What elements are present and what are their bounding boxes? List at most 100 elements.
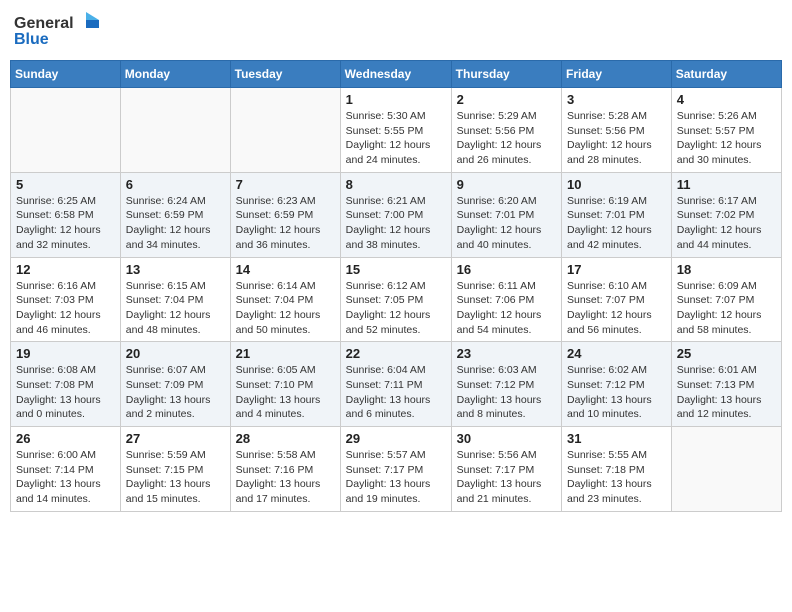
day-info: Sunrise: 5:26 AMSunset: 5:57 PMDaylight:… [677,109,776,168]
day-cell: 7Sunrise: 6:23 AMSunset: 6:59 PMDaylight… [230,172,340,257]
day-info: Sunrise: 6:11 AMSunset: 7:06 PMDaylight:… [457,279,556,338]
day-cell: 23 Sunrise: 6:03 AMSunset: 7:12 PMDayligh… [451,342,561,427]
day-cell: 6 Sunrise: 6:24 AMSunset: 6:59 PMDaylight… [120,172,230,257]
day-number: 19 [16,346,115,361]
day-cell [11,88,121,173]
day-info: Sunrise: 6:16 AMSunset: 7:03 PMDaylight:… [16,279,115,338]
day-info: Sunrise: 6:15 AMSunset: 7:04 PMDaylight:… [126,279,225,338]
day-number: 8 [346,177,446,192]
day-number: 13 [126,262,225,277]
day-cell: 13 Sunrise: 6:15 AMSunset: 7:04 PMDayligh… [120,257,230,342]
logo: GeneralBlue [14,10,104,52]
day-number: 20 [126,346,225,361]
week-row-1: 1Sunrise: 5:30 AMSunset: 5:55 PMDaylight… [11,88,782,173]
page-header: GeneralBlue [10,10,782,52]
day-info: Sunrise: 5:59 AMSunset: 7:15 PMDaylight:… [126,448,225,507]
day-info: Sunrise: 6:00 AMSunset: 7:14 PMDaylight:… [16,448,115,507]
day-info: Sunrise: 6:04 AMSunset: 7:11 PMDaylight:… [346,363,446,422]
day-cell: 16 Sunrise: 6:11 AMSunset: 7:06 PMDayligh… [451,257,561,342]
day-number: 31 [567,431,666,446]
day-number: 23 [457,346,556,361]
day-number: 16 [457,262,556,277]
day-cell: 22 Sunrise: 6:04 AMSunset: 7:11 PMDayligh… [340,342,451,427]
day-cell: 21 Sunrise: 6:05 AMSunset: 7:10 PMDayligh… [230,342,340,427]
day-number: 27 [126,431,225,446]
day-number: 6 [126,177,225,192]
day-cell: 17 Sunrise: 6:10 AMSunset: 7:07 PMDayligh… [562,257,672,342]
day-info: Sunrise: 6:07 AMSunset: 7:09 PMDaylight:… [126,363,225,422]
day-number: 3 [567,92,666,107]
day-cell: 20 Sunrise: 6:07 AMSunset: 7:09 PMDayligh… [120,342,230,427]
day-info: Sunrise: 6:05 AMSunset: 7:10 PMDaylight:… [236,363,335,422]
day-info: Sunrise: 6:25 AMSunset: 6:58 PMDaylight:… [16,194,115,253]
week-row-2: 5 Sunrise: 6:25 AMSunset: 6:58 PMDaylight… [11,172,782,257]
day-cell: 15Sunrise: 6:12 AMSunset: 7:05 PMDayligh… [340,257,451,342]
day-info: Sunrise: 6:14 AMSunset: 7:04 PMDaylight:… [236,279,335,338]
day-cell: 2 Sunrise: 5:29 AMSunset: 5:56 PMDaylight… [451,88,561,173]
col-header-friday: Friday [562,61,672,88]
calendar-table: SundayMondayTuesdayWednesdayThursdayFrid… [10,60,782,512]
day-number: 7 [236,177,335,192]
day-info: Sunrise: 6:24 AMSunset: 6:59 PMDaylight:… [126,194,225,253]
svg-text:General: General [14,15,74,32]
svg-text:Blue: Blue [14,31,49,48]
day-info: Sunrise: 5:56 AMSunset: 7:17 PMDaylight:… [457,448,556,507]
day-cell: 26Sunrise: 6:00 AMSunset: 7:14 PMDayligh… [11,427,121,512]
day-number: 21 [236,346,335,361]
col-header-monday: Monday [120,61,230,88]
day-cell: 18 Sunrise: 6:09 AMSunset: 7:07 PMDayligh… [671,257,781,342]
day-info: Sunrise: 6:10 AMSunset: 7:07 PMDaylight:… [567,279,666,338]
day-cell [230,88,340,173]
day-cell: 19 Sunrise: 6:08 AMSunset: 7:08 PMDayligh… [11,342,121,427]
day-info: Sunrise: 6:17 AMSunset: 7:02 PMDaylight:… [677,194,776,253]
day-cell: 5 Sunrise: 6:25 AMSunset: 6:58 PMDaylight… [11,172,121,257]
day-info: Sunrise: 6:20 AMSunset: 7:01 PMDaylight:… [457,194,556,253]
day-number: 11 [677,177,776,192]
day-number: 18 [677,262,776,277]
day-cell [120,88,230,173]
day-info: Sunrise: 5:28 AMSunset: 5:56 PMDaylight:… [567,109,666,168]
day-number: 5 [16,177,115,192]
day-number: 12 [16,262,115,277]
day-info: Sunrise: 6:21 AMSunset: 7:00 PMDaylight:… [346,194,446,253]
day-number: 2 [457,92,556,107]
day-number: 14 [236,262,335,277]
week-row-3: 12 Sunrise: 6:16 AMSunset: 7:03 PMDayligh… [11,257,782,342]
day-number: 15 [346,262,446,277]
day-cell: 25 Sunrise: 6:01 AMSunset: 7:13 PMDayligh… [671,342,781,427]
col-header-wednesday: Wednesday [340,61,451,88]
day-cell: 31 Sunrise: 5:55 AMSunset: 7:18 PMDayligh… [562,427,672,512]
day-cell: 1Sunrise: 5:30 AMSunset: 5:55 PMDaylight… [340,88,451,173]
day-cell [671,427,781,512]
day-info: Sunrise: 5:58 AMSunset: 7:16 PMDaylight:… [236,448,335,507]
week-row-5: 26Sunrise: 6:00 AMSunset: 7:14 PMDayligh… [11,427,782,512]
day-info: Sunrise: 5:29 AMSunset: 5:56 PMDaylight:… [457,109,556,168]
day-info: Sunrise: 6:01 AMSunset: 7:13 PMDaylight:… [677,363,776,422]
day-number: 22 [346,346,446,361]
day-cell: 12 Sunrise: 6:16 AMSunset: 7:03 PMDayligh… [11,257,121,342]
day-info: Sunrise: 6:08 AMSunset: 7:08 PMDaylight:… [16,363,115,422]
day-info: Sunrise: 6:03 AMSunset: 7:12 PMDaylight:… [457,363,556,422]
header-row: SundayMondayTuesdayWednesdayThursdayFrid… [11,61,782,88]
day-number: 17 [567,262,666,277]
day-number: 1 [346,92,446,107]
day-cell: 10Sunrise: 6:19 AMSunset: 7:01 PMDayligh… [562,172,672,257]
day-number: 9 [457,177,556,192]
day-cell: 30Sunrise: 5:56 AMSunset: 7:17 PMDayligh… [451,427,561,512]
day-number: 4 [677,92,776,107]
day-info: Sunrise: 6:02 AMSunset: 7:12 PMDaylight:… [567,363,666,422]
day-info: Sunrise: 6:09 AMSunset: 7:07 PMDaylight:… [677,279,776,338]
day-cell: 28 Sunrise: 5:58 AMSunset: 7:16 PMDayligh… [230,427,340,512]
day-number: 25 [677,346,776,361]
day-cell: 11 Sunrise: 6:17 AMSunset: 7:02 PMDayligh… [671,172,781,257]
day-cell: 8 Sunrise: 6:21 AMSunset: 7:00 PMDaylight… [340,172,451,257]
col-header-thursday: Thursday [451,61,561,88]
day-cell: 3 Sunrise: 5:28 AMSunset: 5:56 PMDaylight… [562,88,672,173]
day-info: Sunrise: 5:55 AMSunset: 7:18 PMDaylight:… [567,448,666,507]
col-header-sunday: Sunday [11,61,121,88]
week-row-4: 19 Sunrise: 6:08 AMSunset: 7:08 PMDayligh… [11,342,782,427]
day-info: Sunrise: 5:57 AMSunset: 7:17 PMDaylight:… [346,448,446,507]
day-number: 28 [236,431,335,446]
logo-svg: GeneralBlue [14,10,104,52]
day-cell: 14 Sunrise: 6:14 AMSunset: 7:04 PMDayligh… [230,257,340,342]
